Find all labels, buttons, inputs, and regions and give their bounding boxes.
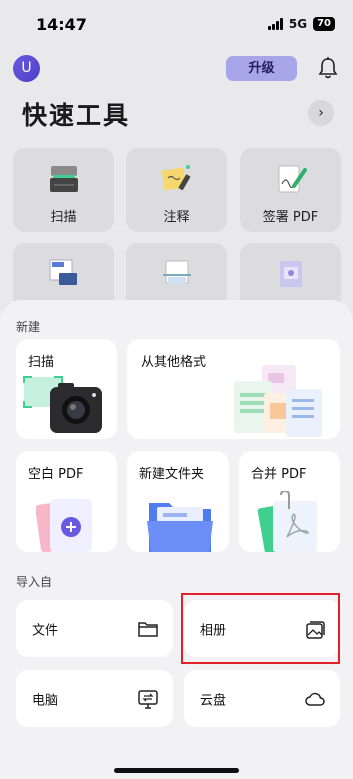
more-tools-button[interactable]: › bbox=[308, 100, 334, 126]
import-computer-button[interactable]: 电脑 bbox=[16, 670, 173, 727]
network-type: 5G bbox=[288, 17, 308, 31]
upgrade-button[interactable]: 升级 bbox=[226, 56, 297, 81]
section-import-title: 导入自 bbox=[16, 575, 53, 589]
cloud-icon bbox=[304, 688, 326, 710]
sign-pdf-icon bbox=[274, 162, 308, 196]
tool-sign-pdf[interactable]: 签署 PDF bbox=[240, 148, 341, 232]
import-cloud-button[interactable]: 云盘 bbox=[184, 670, 340, 727]
album-highlight-box bbox=[181, 593, 340, 664]
camera-icon bbox=[23, 376, 102, 433]
card-label: 空白 PDF bbox=[28, 467, 84, 482]
new-from-other-format-card[interactable]: 从其他格式 bbox=[127, 339, 340, 439]
ocr-icon bbox=[160, 257, 194, 291]
import-label: 电脑 bbox=[32, 693, 59, 708]
card-label: 扫描 bbox=[28, 355, 55, 370]
status-time: 14:47 bbox=[36, 15, 87, 34]
import-files-button[interactable]: 文件 bbox=[16, 600, 173, 657]
computer-transfer-icon bbox=[137, 688, 159, 710]
tool-label: 签署 PDF bbox=[262, 210, 319, 225]
folder-outline-icon bbox=[137, 618, 159, 640]
signal-icon bbox=[267, 18, 283, 30]
card-label: 新建文件夹 bbox=[139, 467, 205, 482]
image-to-text-icon bbox=[47, 257, 81, 291]
avatar[interactable]: U bbox=[13, 55, 40, 82]
card-label: 合并 PDF bbox=[251, 467, 307, 482]
formats-icon bbox=[234, 365, 322, 437]
folder-icon bbox=[147, 503, 213, 552]
battery-indicator: 70 bbox=[313, 17, 335, 31]
new-blank-pdf-card[interactable]: 空白 PDF bbox=[16, 451, 117, 552]
status-bar: 14:47 5G 70 bbox=[0, 0, 353, 50]
new-scan-card[interactable]: 扫描 bbox=[16, 339, 117, 439]
tool-label: 注释 bbox=[163, 210, 190, 225]
new-merge-pdf-card[interactable]: 合并 PDF bbox=[239, 451, 340, 552]
image-pdf-icon bbox=[274, 257, 308, 291]
annotate-icon bbox=[160, 162, 194, 196]
home-indicator bbox=[114, 768, 239, 773]
tool-annotate[interactable]: 注释 bbox=[126, 148, 227, 232]
new-folder-card[interactable]: 新建文件夹 bbox=[127, 451, 229, 552]
merge-pdf-icon bbox=[257, 491, 317, 552]
tool-scan[interactable]: 扫描 bbox=[13, 148, 114, 232]
card-label: 从其他格式 bbox=[141, 355, 207, 370]
page-title: 快速工具 bbox=[22, 101, 131, 130]
status-indicators: 5G 70 bbox=[267, 17, 335, 31]
chevron-right-icon: › bbox=[318, 105, 324, 121]
section-new-title: 新建 bbox=[16, 320, 41, 334]
scanner-icon bbox=[47, 162, 81, 196]
tool-label: 扫描 bbox=[50, 210, 77, 225]
import-label: 云盘 bbox=[200, 693, 227, 708]
import-label: 文件 bbox=[32, 623, 59, 638]
bell-icon[interactable] bbox=[317, 56, 339, 80]
blank-pdf-icon bbox=[36, 499, 92, 552]
